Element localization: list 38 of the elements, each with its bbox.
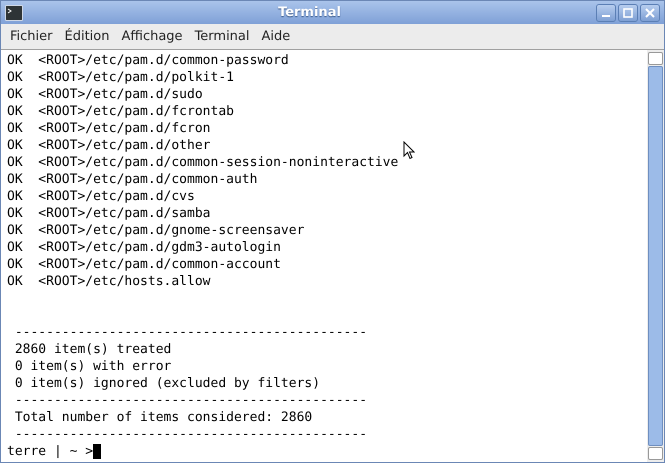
maximize-icon — [622, 6, 634, 18]
output-line: OK <ROOT>/etc/pam.d/common-auth — [7, 172, 258, 187]
close-button[interactable] — [640, 4, 660, 22]
output-line: OK <ROOT>/etc/pam.d/fcron — [7, 121, 210, 136]
menu-item[interactable]: Aide — [256, 24, 296, 48]
shell-prompt: terre | ~ > — [7, 443, 94, 460]
output-line: OK <ROOT>/etc/pam.d/sudo — [7, 87, 203, 102]
window-title: Terminal — [278, 4, 341, 22]
output-line: OK <ROOT>/etc/pam.d/cvs — [7, 189, 195, 204]
pointer-icon — [403, 141, 415, 160]
menu-item[interactable]: Terminal — [190, 24, 255, 48]
output-line: OK <ROOT>/etc/pam.d/gnome-screensaver — [7, 223, 304, 238]
output-line: OK <ROOT>/etc/pam.d/fcrontab — [7, 104, 234, 119]
menu-item[interactable]: Édition — [60, 24, 114, 48]
output-line: OK <ROOT>/etc/pam.d/other — [7, 138, 210, 153]
output-line: --------------------------------------------- — [14, 393, 368, 408]
output-line: 2860 item(s) treated — [14, 342, 172, 357]
output-line: --------------------------------------------- — [14, 325, 368, 340]
menu-item[interactable]: Fichier — [5, 24, 58, 48]
menu-item[interactable]: Affichage — [116, 24, 188, 48]
terminal-icon — [5, 4, 23, 20]
text-cursor — [93, 444, 102, 459]
output-line: --------------------------------------------- — [14, 427, 368, 442]
minimize-button[interactable] — [596, 4, 616, 22]
output-line: Total number of items considered: 2860 — [14, 410, 312, 425]
output-line: 0 item(s) with error — [14, 359, 172, 374]
scrollbar[interactable] — [647, 50, 664, 462]
output-line: OK <ROOT>/etc/pam.d/samba — [7, 206, 210, 221]
output-line: OK <ROOT>/etc/pam.d/common-session-noninteractive — [7, 155, 398, 170]
output-line: OK <ROOT>/etc/pam.d/gdm3-autologin — [7, 240, 281, 255]
output-line: 0 item(s) ignored (excluded by filters) — [14, 376, 320, 391]
output-line: OK <ROOT>/etc/hosts.allow — [7, 274, 210, 289]
output-line: OK <ROOT>/etc/pam.d/polkit-1 — [7, 70, 234, 85]
minimize-icon — [602, 14, 610, 16]
output-line: OK <ROOT>/etc/pam.d/common-password — [7, 53, 289, 68]
output-line: OK <ROOT>/etc/pam.d/common-account — [7, 257, 281, 272]
maximize-button[interactable] — [618, 4, 638, 22]
close-icon — [644, 6, 656, 18]
